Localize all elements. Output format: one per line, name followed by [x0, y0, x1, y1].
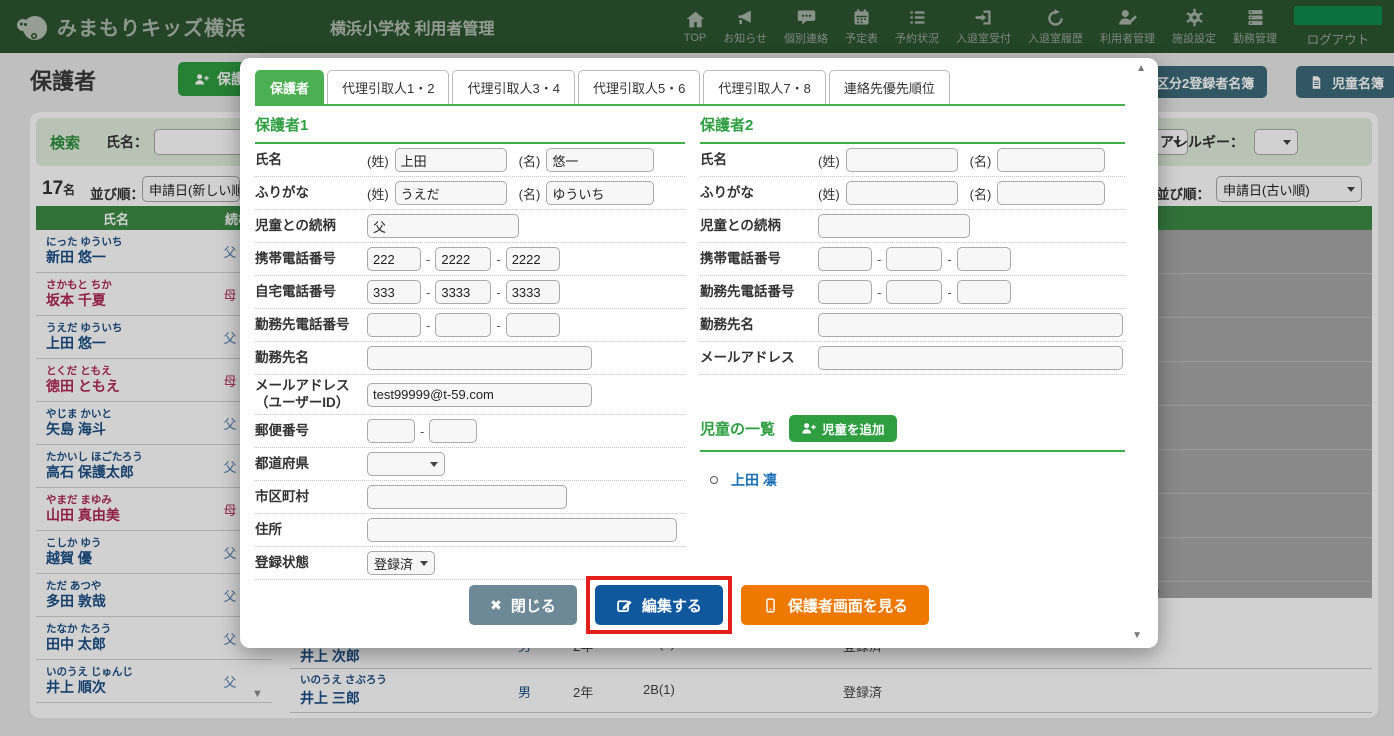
- g1-status-select[interactable]: 登録済: [367, 551, 435, 575]
- g2-workphone2-input[interactable]: [886, 280, 943, 304]
- g1-kana-mei-input[interactable]: [546, 181, 655, 205]
- tab-proxy-5-6[interactable]: 代理引取人5・6: [577, 70, 701, 104]
- children-list-heading: 児童の一覧: [700, 421, 776, 438]
- child-name-link[interactable]: 上田 凛: [731, 470, 777, 490]
- form-row-work-name: 勤務先名: [700, 309, 1125, 342]
- form-row-city: 市区町村: [255, 481, 685, 514]
- form-row-home-phone: 自宅電話番号 - -: [255, 276, 685, 309]
- guardian-detail-modal: ▲ ▼ 保護者 代理引取人1・2 代理引取人3・4 代理引取人5・6 代理引取人…: [240, 58, 1158, 648]
- view-guardian-screen-button[interactable]: 保護者画面を見る: [740, 585, 929, 625]
- tab-guardian[interactable]: 保護者: [255, 70, 325, 104]
- g1-workphone3-input[interactable]: [505, 313, 560, 337]
- tab-proxy-1-2[interactable]: 代理引取人1・2: [327, 70, 450, 104]
- form-row-relation: 児童との続柄: [255, 210, 685, 243]
- g2-workphone1-input[interactable]: [818, 280, 872, 304]
- g1-home3-input[interactable]: [505, 280, 560, 304]
- form-row-kana: ふりがな (姓) (名): [255, 177, 685, 210]
- g1-home1-input[interactable]: [367, 280, 421, 304]
- g2-kana-sei-input[interactable]: [845, 181, 958, 205]
- g1-prefecture-select[interactable]: [367, 452, 445, 476]
- form-row-name: 氏名 (姓) (名): [255, 144, 685, 177]
- form-row-address: 住所: [255, 514, 685, 547]
- modal-footer: ✖ 閉じる 編集する 保護者画面を見る: [240, 576, 1158, 634]
- guardian1-heading: 保護者1: [255, 114, 685, 144]
- g2-relation-input[interactable]: [818, 214, 970, 238]
- g1-workphone1-input[interactable]: [367, 313, 421, 337]
- g1-mobile1-input[interactable]: [367, 247, 421, 271]
- form-row-email: メールアドレス: [700, 342, 1125, 375]
- g1-address-input[interactable]: [367, 518, 677, 542]
- tab-proxy-3-4[interactable]: 代理引取人3・4: [452, 70, 575, 104]
- guardian1-section: 保護者1 氏名 (姓) (名) ふりがな (姓) (名) 児童との続柄 携帯電話…: [255, 114, 685, 580]
- form-row-zip: 郵便番号 -: [255, 415, 685, 448]
- g2-workname-input[interactable]: [818, 313, 1123, 337]
- guardian2-heading: 保護者2: [700, 114, 1125, 144]
- g2-mobile2-input[interactable]: [886, 247, 943, 271]
- form-row-kana: ふりがな (姓) (名): [700, 177, 1125, 210]
- guardian2-section: 保護者2 氏名 (姓) (名) ふりがな (姓) (名) 児童との続柄 携帯電話…: [700, 114, 1125, 490]
- form-row-email: メールアドレス （ユーザーID）: [255, 375, 685, 415]
- g1-mobile2-input[interactable]: [435, 247, 492, 271]
- g1-city-input[interactable]: [367, 485, 567, 509]
- g1-kana-sei-input[interactable]: [394, 181, 507, 205]
- form-row-mobile-phone: 携帯電話番号 - -: [700, 243, 1125, 276]
- form-row-name: 氏名 (姓) (名): [700, 144, 1125, 177]
- children-list-header: 児童の一覧 児童を追加: [700, 415, 1125, 452]
- form-row-prefecture: 都道府県: [255, 448, 685, 481]
- tab-proxy-7-8[interactable]: 代理引取人7・8: [703, 70, 826, 104]
- g1-home2-input[interactable]: [435, 280, 492, 304]
- g2-mobile1-input[interactable]: [818, 247, 872, 271]
- g1-zip1-input[interactable]: [367, 419, 415, 443]
- form-row-relation: 児童との続柄: [700, 210, 1125, 243]
- close-x-icon: ✖: [490, 596, 502, 613]
- add-child-button[interactable]: 児童を追加: [789, 415, 897, 442]
- g2-kana-mei-input[interactable]: [997, 181, 1106, 205]
- child-list-item: 上田 凛: [700, 470, 1125, 490]
- close-button[interactable]: ✖ 閉じる: [469, 585, 577, 625]
- g1-zip2-input[interactable]: [429, 419, 478, 443]
- g2-mobile3-input[interactable]: [956, 247, 1011, 271]
- g1-relation-input[interactable]: [367, 214, 519, 238]
- g2-email-input[interactable]: [818, 346, 1123, 370]
- g1-email-input[interactable]: [367, 382, 592, 407]
- edit-button[interactable]: 編集する: [594, 585, 723, 625]
- edit-pencil-icon: [617, 599, 632, 612]
- g1-name-mei-input[interactable]: [546, 148, 655, 172]
- form-row-work-phone: 勤務先電話番号 - -: [700, 276, 1125, 309]
- user-plus-icon: [802, 423, 816, 434]
- smartphone-icon: [766, 597, 775, 613]
- form-row-mobile-phone: 携帯電話番号 - -: [255, 243, 685, 276]
- modal-scroll-up-icon[interactable]: ▲: [1136, 63, 1146, 74]
- highlight-annotation: 編集する: [585, 576, 732, 634]
- g1-name-sei-input[interactable]: [394, 148, 507, 172]
- g2-name-mei-input[interactable]: [997, 148, 1106, 172]
- modal-tab-bar: 保護者 代理引取人1・2 代理引取人3・4 代理引取人5・6 代理引取人7・8 …: [255, 70, 1125, 106]
- g2-name-sei-input[interactable]: [845, 148, 958, 172]
- g1-mobile3-input[interactable]: [505, 247, 560, 271]
- g1-workphone2-input[interactable]: [435, 313, 492, 337]
- form-row-work-phone: 勤務先電話番号 - -: [255, 309, 685, 342]
- form-row-work-name: 勤務先名: [255, 342, 685, 375]
- bullet-circle-icon: [710, 476, 718, 484]
- tab-contact-priority[interactable]: 連絡先優先順位: [828, 70, 950, 104]
- g2-workphone3-input[interactable]: [956, 280, 1011, 304]
- g1-workname-input[interactable]: [367, 346, 592, 370]
